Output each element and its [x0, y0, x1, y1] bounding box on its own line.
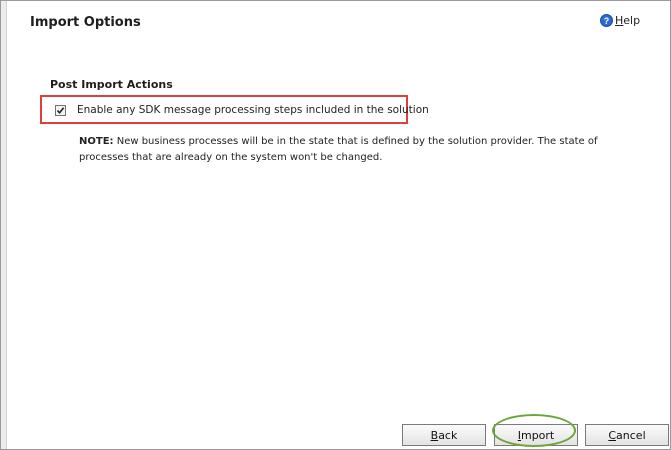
note-body: New business processes will be in the st… [79, 136, 598, 163]
window-left-edge [1, 1, 7, 449]
import-button[interactable]: Import [494, 424, 578, 446]
enable-sdk-steps-label: Enable any SDK message processing steps … [77, 104, 429, 116]
help-label: Help [615, 14, 640, 27]
dialog-title: Import Options [30, 15, 141, 30]
note-prefix: NOTE: [79, 136, 114, 147]
checkmark-icon [56, 106, 65, 114]
question-circle-icon: ? [600, 14, 613, 27]
help-label-rest: elp [623, 14, 641, 27]
note-text: NOTE: New business processes will be in … [79, 134, 599, 166]
cancel-accesskey: C [608, 428, 617, 442]
help-link[interactable]: ? Help [600, 14, 640, 27]
cancel-label-rest: ancel [616, 428, 646, 442]
post-import-actions-heading: Post Import Actions [50, 78, 173, 91]
back-label-rest: ack [438, 428, 458, 442]
back-accesskey: B [430, 428, 439, 442]
sdk-steps-option-row: Enable any SDK message processing steps … [55, 104, 429, 116]
svg-text:?: ? [604, 16, 610, 26]
import-label-rest: mport [520, 428, 555, 442]
back-button[interactable]: Back [402, 424, 486, 446]
import-options-dialog: Import Options ? Help Post Import Action… [0, 0, 671, 450]
cancel-button[interactable]: Cancel [585, 424, 669, 446]
enable-sdk-steps-checkbox[interactable] [55, 104, 66, 116]
